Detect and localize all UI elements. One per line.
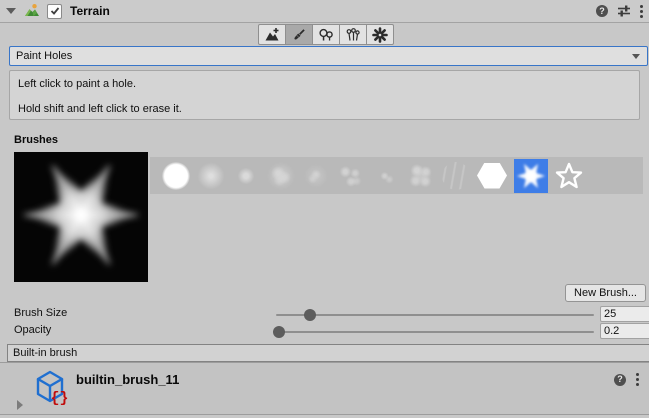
brush-tile-star5[interactable] (555, 162, 583, 190)
chevron-down-icon (632, 54, 640, 59)
brush-tile-dot[interactable] (232, 162, 260, 190)
terrain-toolbar (258, 24, 394, 45)
brush-tile-noise[interactable] (407, 162, 435, 190)
opacity-slider[interactable] (276, 331, 594, 333)
asset-help-icon[interactable]: ? (614, 374, 626, 386)
brushes-section-label: Brushes (14, 134, 58, 146)
tool-help-box: Left click to paint a hole. Hold shift a… (9, 70, 640, 120)
help-line-1: Left click to paint a hole. (18, 77, 631, 102)
brush-tile-noise[interactable] (267, 162, 295, 190)
brush-preview-star (14, 152, 148, 282)
svg-text:{}: {} (51, 390, 69, 405)
brush-strip (150, 157, 643, 194)
brush-asset-name: builtin_brush_11 (76, 372, 179, 387)
tool-paint-terrain[interactable] (285, 24, 313, 45)
brush-tile-star6-selected[interactable] (514, 159, 548, 193)
star5-outline-icon (555, 162, 583, 190)
paintbrush-icon (291, 27, 307, 43)
brush-size-slider-handle[interactable] (304, 309, 316, 321)
tool-paint-details[interactable] (339, 24, 367, 45)
tool-create-neighbor-terrains[interactable] (258, 24, 286, 45)
enabled-checkbox[interactable] (47, 4, 62, 19)
opacity-label: Opacity (14, 324, 51, 336)
terrain-icon (24, 3, 40, 19)
foldout-arrow-icon[interactable] (6, 8, 16, 14)
flowers-icon (345, 27, 361, 43)
brush-tile-noise[interactable] (372, 162, 400, 190)
brush-size-field[interactable] (600, 306, 649, 322)
component-title: Terrain (70, 4, 110, 18)
trees-icon (318, 27, 334, 43)
brush-tile-noise[interactable] (302, 162, 330, 190)
paint-tool-selected-value: Paint Holes (16, 50, 72, 62)
checkmark-icon (50, 6, 60, 16)
new-brush-button[interactable]: New Brush... (565, 284, 646, 302)
star6-icon (514, 159, 548, 193)
mountain-plus-icon (264, 27, 280, 43)
brush-size-label: Brush Size (14, 307, 67, 319)
tool-terrain-settings[interactable] (366, 24, 394, 45)
opacity-slider-handle[interactable] (273, 326, 285, 338)
asset-kebab-menu-icon[interactable] (636, 373, 639, 386)
kebab-menu-icon[interactable] (640, 5, 643, 18)
brush-tile-noise[interactable] (337, 162, 365, 190)
help-line-2: Hold shift and left click to erase it. (18, 102, 631, 127)
help-icon[interactable]: ? (596, 5, 608, 17)
brush-asset-header: {} builtin_brush_11 ? (0, 362, 649, 415)
component-header: Terrain ? (0, 0, 649, 23)
brush-tile-soft[interactable] (197, 162, 225, 190)
presets-icon[interactable] (617, 4, 631, 18)
tool-paint-trees[interactable] (312, 24, 340, 45)
brush-source-label: Built-in brush (13, 347, 77, 359)
brush-tile-hexagon[interactable] (477, 163, 507, 189)
paint-tool-dropdown[interactable]: Paint Holes (9, 46, 648, 66)
brush-source-dropdown[interactable]: Built-in brush (7, 344, 649, 362)
brush-size-slider[interactable] (276, 314, 594, 316)
scriptable-object-cube-icon: {} (33, 369, 69, 405)
terrain-inspector: Terrain ? (0, 0, 649, 418)
brush-tile-streaks[interactable] (442, 162, 470, 190)
asset-foldout-arrow-icon[interactable] (17, 400, 23, 410)
gear-icon (372, 27, 388, 43)
brush-preview (14, 152, 148, 282)
opacity-field[interactable] (600, 323, 649, 339)
brush-tile-circle[interactable] (162, 162, 190, 190)
